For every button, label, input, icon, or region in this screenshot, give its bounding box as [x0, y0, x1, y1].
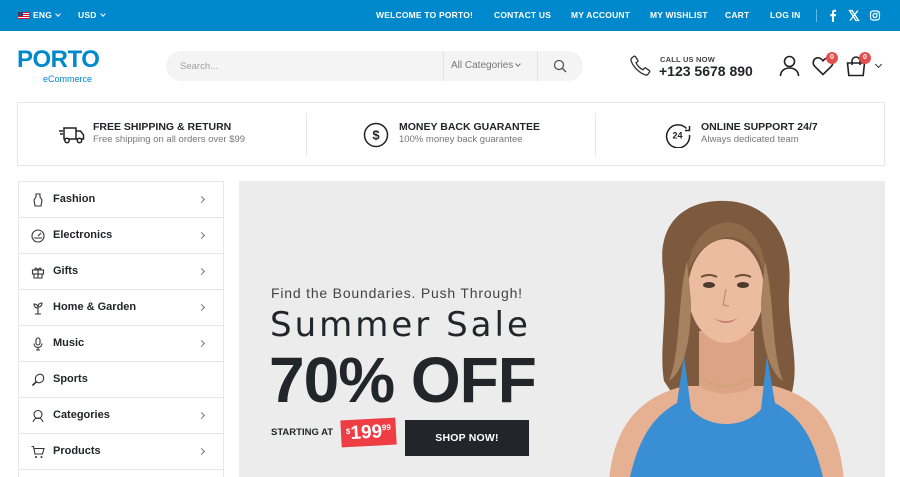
welcome-text: WELCOME TO PORTO! — [376, 10, 474, 20]
gift-icon — [31, 267, 45, 279]
chevron-right-icon — [197, 267, 206, 276]
gauge-icon — [31, 229, 45, 243]
sidebar-item-categories[interactable]: Categories — [19, 398, 223, 434]
truck-icon — [59, 127, 85, 144]
feature-title: ONLINE SUPPORT 24/7 — [701, 121, 818, 133]
chevron-down-icon — [99, 11, 106, 17]
dollar-circle-icon: $ — [363, 122, 389, 148]
divider — [816, 9, 817, 22]
feature-subtitle: Always dedicated team — [701, 134, 799, 145]
support-24-icon: 24 — [665, 124, 691, 148]
x-icon[interactable] — [848, 9, 860, 22]
top-bar: ENG USD WELCOME TO PORTO! CONTACT US MY … — [0, 0, 900, 31]
contact-us-link[interactable]: CONTACT US — [494, 0, 551, 31]
chevron-down-icon — [515, 61, 522, 67]
microphone-icon — [33, 337, 43, 351]
feature-money-back: $ MONEY BACK GUARANTEE 100% money back g… — [307, 103, 595, 165]
category-select[interactable]: All Categories — [443, 51, 537, 81]
sidebar-item-music[interactable]: Music — [19, 326, 223, 362]
currency-selector[interactable]: USD — [78, 0, 106, 31]
feature-online-support: 24 ONLINE SUPPORT 24/7 Always dedicated … — [596, 103, 884, 165]
my-account-link[interactable]: MY ACCOUNT — [571, 0, 630, 31]
sidebar-item-sports[interactable]: Sports — [19, 362, 223, 398]
svg-text:$: $ — [372, 128, 380, 143]
plant-icon — [33, 302, 43, 315]
sidebar-item-fashion[interactable]: Fashion — [19, 182, 223, 218]
dress-icon — [33, 193, 43, 207]
model-photo — [609, 200, 844, 477]
chevron-right-icon — [197, 231, 206, 240]
wishlist-count-badge: 0 — [826, 52, 838, 64]
search-button[interactable] — [537, 51, 583, 81]
phone-icon — [630, 55, 651, 76]
hero-banner[interactable]: Find the Boundaries. Push Through! Summe… — [239, 181, 885, 477]
language-selector[interactable]: ENG — [18, 0, 61, 31]
price-tag: $ 199 99 — [340, 417, 397, 448]
cart-icon — [31, 445, 45, 458]
banner-discount: 70% OFF — [269, 344, 537, 416]
racket-icon — [31, 373, 45, 387]
site-logo[interactable]: PORTO — [17, 48, 100, 72]
sidebar-item-electronics[interactable]: Electronics — [19, 218, 223, 254]
svg-text:24: 24 — [672, 131, 682, 141]
feature-title: FREE SHIPPING & RETURN — [93, 121, 232, 133]
feature-subtitle: 100% money back guarantee — [399, 134, 523, 145]
chevron-down-icon — [55, 11, 61, 17]
banner-title: Summer Sale — [270, 305, 531, 345]
facebook-icon[interactable] — [827, 9, 839, 22]
feature-subtitle: Free shipping on all orders over $99 — [93, 134, 246, 145]
chevron-right-icon — [197, 339, 206, 348]
sidebar-item-products[interactable]: Products — [19, 434, 223, 470]
banner-eyebrow: Find the Boundaries. Push Through! — [271, 285, 523, 301]
badge-icon — [32, 409, 44, 423]
chevron-right-icon — [197, 195, 206, 204]
us-flag-icon — [18, 12, 29, 19]
sidebar-item-gifts[interactable]: Gifts — [19, 254, 223, 290]
feature-free-shipping: FREE SHIPPING & RETURN Free shipping on … — [18, 103, 306, 165]
chevron-right-icon — [197, 303, 206, 312]
chevron-right-icon — [197, 447, 206, 456]
cart-dropdown-chevron-icon[interactable] — [874, 60, 883, 69]
category-sidebar: Fashion Electronics Gifts Home & Garden … — [18, 181, 224, 477]
starting-at-label: STARTING AT — [271, 427, 334, 438]
instagram-icon[interactable] — [869, 9, 881, 22]
logo-subtitle: eCommerce — [43, 74, 93, 84]
cart-count-badge: 0 — [859, 52, 871, 64]
shop-now-button[interactable]: SHOP NOW! — [405, 420, 529, 456]
features-bar: FREE SHIPPING & RETURN Free shipping on … — [17, 102, 885, 166]
chevron-right-icon — [197, 411, 206, 420]
search-icon — [553, 59, 567, 73]
search-input[interactable] — [180, 58, 430, 74]
sidebar-item-home-garden[interactable]: Home & Garden — [19, 290, 223, 326]
phone-number[interactable]: +123 5678 890 — [659, 63, 753, 79]
my-wishlist-link[interactable]: MY WISHLIST — [650, 0, 708, 31]
login-link[interactable]: LOG IN — [770, 0, 800, 31]
feature-title: MONEY BACK GUARANTEE — [399, 121, 540, 133]
search-bar: All Categories — [166, 51, 583, 81]
user-account-icon[interactable] — [779, 55, 800, 77]
cart-link[interactable]: CART — [725, 0, 749, 31]
